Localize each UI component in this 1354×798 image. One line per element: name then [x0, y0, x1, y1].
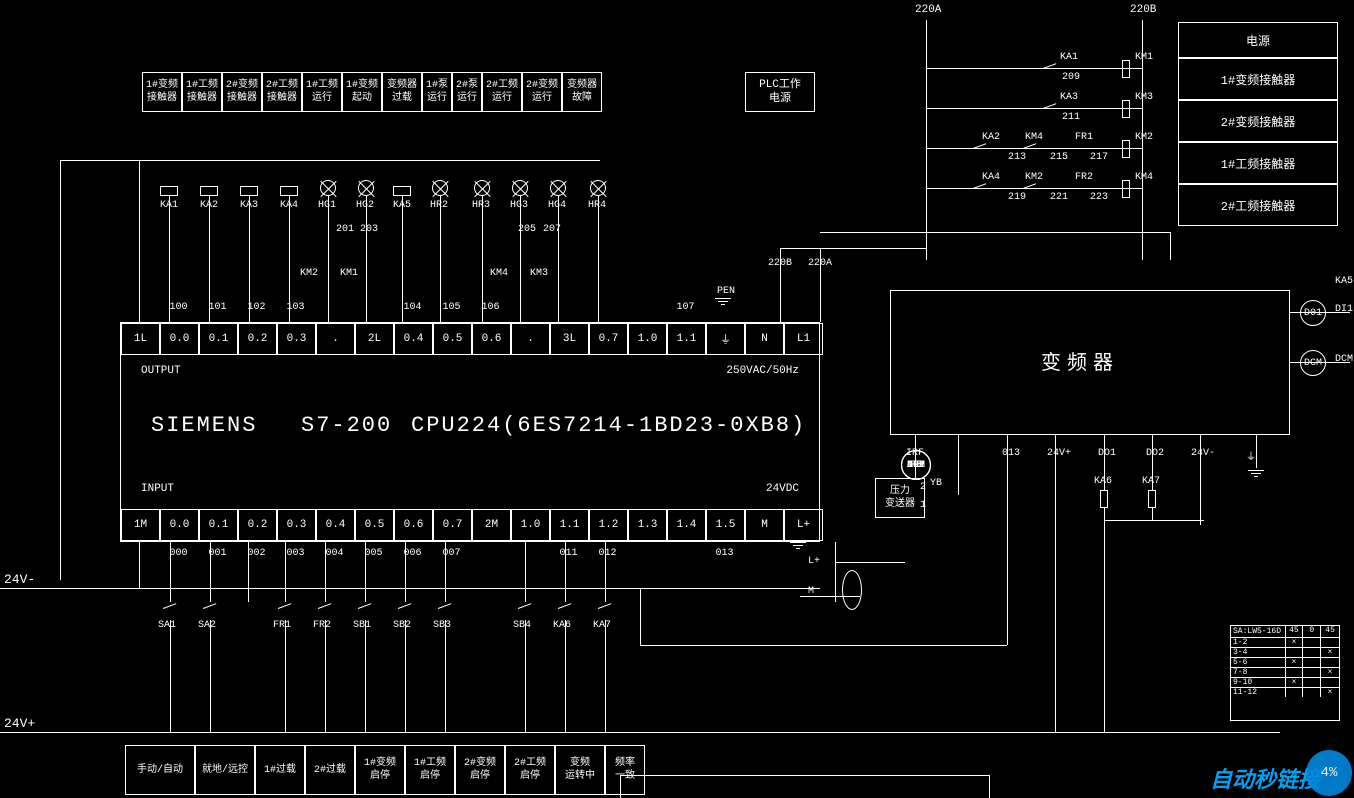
in-term-5: 0.4 — [316, 509, 355, 541]
lplus-label: L+ — [808, 556, 820, 567]
top-label-10: 2#变频运行 — [522, 72, 562, 112]
out-wire-row: 100 101 102 103 104 105 106 107 — [120, 302, 705, 313]
plc-model: S7-200 — [301, 413, 392, 438]
in-term-1: 0.0 — [160, 509, 199, 541]
top-label-4: 1#工频运行 — [302, 72, 342, 112]
plc-brand: SIEMENS — [151, 413, 257, 438]
plc-body: 1L 0.0 0.1 0.2 0.3 . 2L 0.4 0.5 0.6 . 3L… — [120, 322, 820, 542]
in-term-12: 1.2 — [589, 509, 628, 541]
zoom-badge: 4% — [1306, 750, 1352, 796]
rail-220a-line — [926, 20, 927, 260]
out-term-11: 3L — [550, 323, 589, 355]
top-label-1: 1#工频接触器 — [182, 72, 222, 112]
top-label-5: 1#变频起动 — [342, 72, 382, 112]
plc-cpu: CPU224(6ES7214-1BD23-0XB8) — [411, 413, 806, 438]
out-term-7: 0.4 — [394, 323, 433, 355]
output-label: OUTPUT — [141, 365, 181, 377]
pressure-transmitter: 压力 变送器 — [875, 478, 925, 518]
out-term-10: . — [511, 323, 550, 355]
top-label-11: 变频器故障 — [562, 72, 602, 112]
out-term-9: 0.6 — [472, 323, 511, 355]
output-common-rail — [60, 160, 600, 161]
24v-plus-rail — [0, 732, 1280, 733]
out-term-14: 1.1 — [667, 323, 706, 355]
top-label-8: 2#泵运行 — [452, 72, 482, 112]
vfd-dcm-circ: DCM — [1300, 350, 1326, 376]
top-label-strip: 1#变频接触器 1#工频接触器 2#变频接触器 2#工频接触器 1#工频运行 1… — [142, 72, 602, 112]
out-term-13: 1.0 — [628, 323, 667, 355]
m-label: M — [808, 586, 814, 597]
in-term-2: 0.1 — [199, 509, 238, 541]
out-term-15: ⏚ — [706, 323, 745, 355]
in-term-14: 1.4 — [667, 509, 706, 541]
shield-icon — [842, 570, 862, 610]
vfd-below-labels: IRF 013 24V+ DO1 DO2 24V- ⏚ — [900, 448, 1266, 464]
in-term-17: L+ — [784, 509, 823, 541]
out-term-8: 0.5 — [433, 323, 472, 355]
in-term-10: 1.0 — [511, 509, 550, 541]
out-term-0: 1L — [121, 323, 160, 355]
in-term-11: 1.1 — [550, 509, 589, 541]
vfd-title: 变频器 — [1041, 346, 1119, 376]
out-term-12: 0.7 — [589, 323, 628, 355]
out-term-5: . — [316, 323, 355, 355]
plc-power-label: PLC工作电源 — [745, 72, 815, 112]
vfd-box: 变频器 IRF ACM FB FC DO1 DO2 DCM PE — [890, 290, 1290, 435]
out-term-1: 0.0 — [160, 323, 199, 355]
out-term-3: 0.2 — [238, 323, 277, 355]
top-label-2: 2#变频接触器 — [222, 72, 262, 112]
in-term-16: M — [745, 509, 784, 541]
dc-label: 24VDC — [766, 483, 799, 495]
wire-201: 201 — [336, 224, 354, 235]
in-term-6: 0.5 — [355, 509, 394, 541]
ka6-label: KA6 — [1094, 476, 1112, 487]
wire-203: 203 — [360, 224, 378, 235]
km2-label: KM2 — [300, 268, 318, 279]
km3-label: KM3 — [530, 268, 548, 279]
in-term-15: 1.5 — [706, 509, 745, 541]
24v-minus-label: 24V- — [4, 572, 35, 587]
in-term-0: 1M — [121, 509, 160, 541]
out-term-2: 0.1 — [199, 323, 238, 355]
km4-label: KM4 — [490, 268, 508, 279]
in-term-3: 0.2 — [238, 509, 277, 541]
in-term-13: 1.3 — [628, 509, 667, 541]
top-label-7: 1#泵运行 — [422, 72, 452, 112]
rail-220b-label: 220B — [1130, 4, 1156, 16]
top-label-3: 2#工频接触器 — [262, 72, 302, 112]
in-wire-row: 000 001 002 003 004 005 006 007 011 012 … — [120, 548, 744, 559]
top-label-0: 1#变频接触器 — [142, 72, 182, 112]
out-term-16: N — [745, 323, 784, 355]
1l-rail — [139, 160, 140, 322]
vfd-di1-circ: D01 — [1300, 300, 1326, 326]
left-common-down — [60, 160, 61, 580]
in-term-8: 0.7 — [433, 509, 472, 541]
in-term-7: 0.6 — [394, 509, 433, 541]
top-label-6: 变频器过载 — [382, 72, 422, 112]
legend-panel: 电源 1#变频接触器 2#变频接触器 1#工频接触器 2#工频接触器 — [1178, 22, 1338, 226]
sa-table: SA:LW5-16D 45 0 45 1-2× 3-4× 5-6× 7-8× 9… — [1230, 625, 1340, 721]
out-term-4: 0.3 — [277, 323, 316, 355]
ka7-label: KA7 — [1142, 476, 1160, 487]
km1-label: KM1 — [340, 268, 358, 279]
24v-plus-label: 24V+ — [4, 716, 35, 731]
ac-label: 250VAC/50Hz — [726, 365, 799, 377]
in-term-9: 2M — [472, 509, 511, 541]
in-term-4: 0.3 — [277, 509, 316, 541]
out-term-6: 2L — [355, 323, 394, 355]
input-label: INPUT — [141, 483, 174, 495]
rail-220a-label: 220A — [915, 4, 941, 16]
bottom-partial-box — [620, 775, 990, 798]
24v-minus-rail — [0, 588, 820, 589]
watermark-text: 自动秒链接 — [1210, 762, 1320, 794]
bottom-label-strip: 手动/自动 就地/远控 1#过载 2#过载 1#变频 启停 1#工频 启停 2#… — [125, 745, 645, 795]
top-label-9: 2#工频运行 — [482, 72, 522, 112]
out-term-17: L1 — [784, 323, 823, 355]
